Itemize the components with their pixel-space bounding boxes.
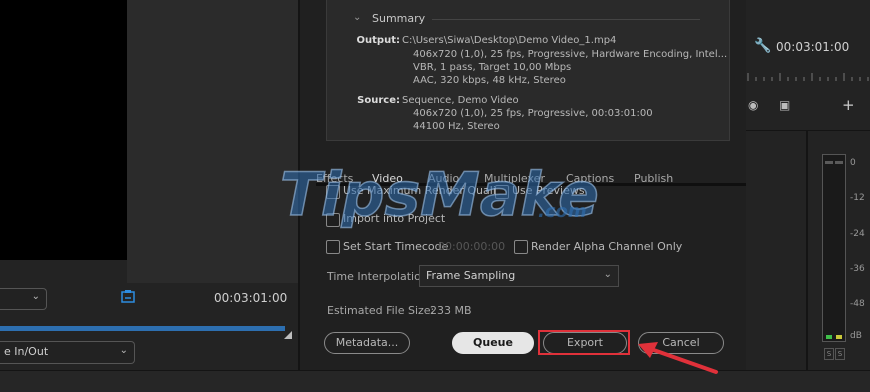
output-line: 406x720 (1,0), 25 fps, Progressive, Hard…: [413, 49, 728, 60]
program-timecode: 00:03:01:00: [776, 40, 850, 54]
playhead-marker[interactable]: [284, 331, 292, 339]
set-start-timecode-checkbox[interactable]: [326, 240, 340, 254]
output-line: AAC, 320 kbps, 48 kHz, Stereo: [413, 75, 566, 86]
status-bar: [0, 370, 870, 392]
metadata-button[interactable]: Metadata...: [324, 332, 410, 354]
camera-icon[interactable]: ◉: [748, 98, 758, 112]
output-label: Output:: [356, 35, 400, 46]
divider: [746, 130, 870, 131]
solo-right-button[interactable]: S: [835, 348, 845, 360]
source-line: Sequence, Demo Video: [402, 95, 519, 106]
meter-label: -48: [850, 299, 865, 309]
source-line: 406x720 (1,0), 25 fps, Progressive, 00:0…: [413, 108, 653, 119]
meter-label: -12: [850, 193, 865, 203]
fit-dropdown[interactable]: ⌄: [0, 288, 47, 310]
chevron-down-icon: ⌄: [119, 345, 128, 356]
preview-background: [127, 0, 298, 283]
source-range-bar[interactable]: [0, 326, 285, 331]
export-frame-icon[interactable]: [120, 289, 136, 305]
annotation-arrow-icon: [638, 342, 718, 374]
source-line: 44100 Hz, Stereo: [413, 121, 500, 132]
preview-monitor: [0, 0, 127, 260]
time-interpolation-value: Frame Sampling: [426, 269, 516, 282]
program-panel: [746, 0, 870, 370]
meter-label: 0: [850, 158, 856, 168]
watermark-logo: TipsMake .com: [279, 155, 610, 233]
file-size-label: Estimated File Size:: [327, 304, 435, 317]
render-alpha-label: Render Alpha Channel Only: [531, 240, 683, 253]
render-alpha-checkbox[interactable]: [514, 240, 528, 254]
source-timecode: 00:03:01:00: [214, 291, 288, 305]
chevron-down-icon: ⌄: [31, 291, 40, 302]
source-label: Source:: [357, 95, 400, 106]
add-icon[interactable]: +: [842, 96, 855, 114]
export-highlight-box: [538, 330, 630, 355]
time-interpolation-select[interactable]: Frame Sampling ⌄: [419, 265, 619, 287]
meter-unit-label: dB: [850, 331, 862, 341]
chevron-down-icon: ⌄: [603, 269, 612, 280]
time-interpolation-label: Time Interpolation:: [327, 270, 432, 283]
queue-button[interactable]: Queue: [452, 332, 534, 354]
file-size-value: 233 MB: [430, 304, 472, 317]
audio-meter: [822, 154, 846, 342]
meter-label: -36: [850, 264, 865, 274]
solo-left-button[interactable]: S: [824, 348, 834, 360]
meter-label: -24: [850, 229, 865, 239]
panel-divider: [806, 130, 808, 370]
time-ruler[interactable]: [746, 67, 870, 81]
insert-icon[interactable]: ▣: [779, 98, 790, 112]
start-timecode-input[interactable]: 00:00:00:00: [438, 240, 505, 253]
output-line: C:\Users\Siwa\Desktop\Demo Video_1.mp4: [402, 35, 617, 46]
source-range-label: e In/Out: [4, 345, 49, 358]
divider: [432, 19, 700, 20]
output-line: VBR, 1 pass, Target 10,00 Mbps: [413, 62, 572, 73]
summary-title: Summary: [372, 12, 426, 25]
chevron-down-icon[interactable]: ⌄: [353, 12, 361, 23]
source-range-dropdown[interactable]: e In/Out ⌄: [0, 341, 135, 364]
wrench-icon[interactable]: 🔧: [754, 38, 771, 54]
set-start-timecode-label: Set Start Timecode: [343, 240, 449, 253]
svg-text:.com: .com: [538, 201, 587, 222]
